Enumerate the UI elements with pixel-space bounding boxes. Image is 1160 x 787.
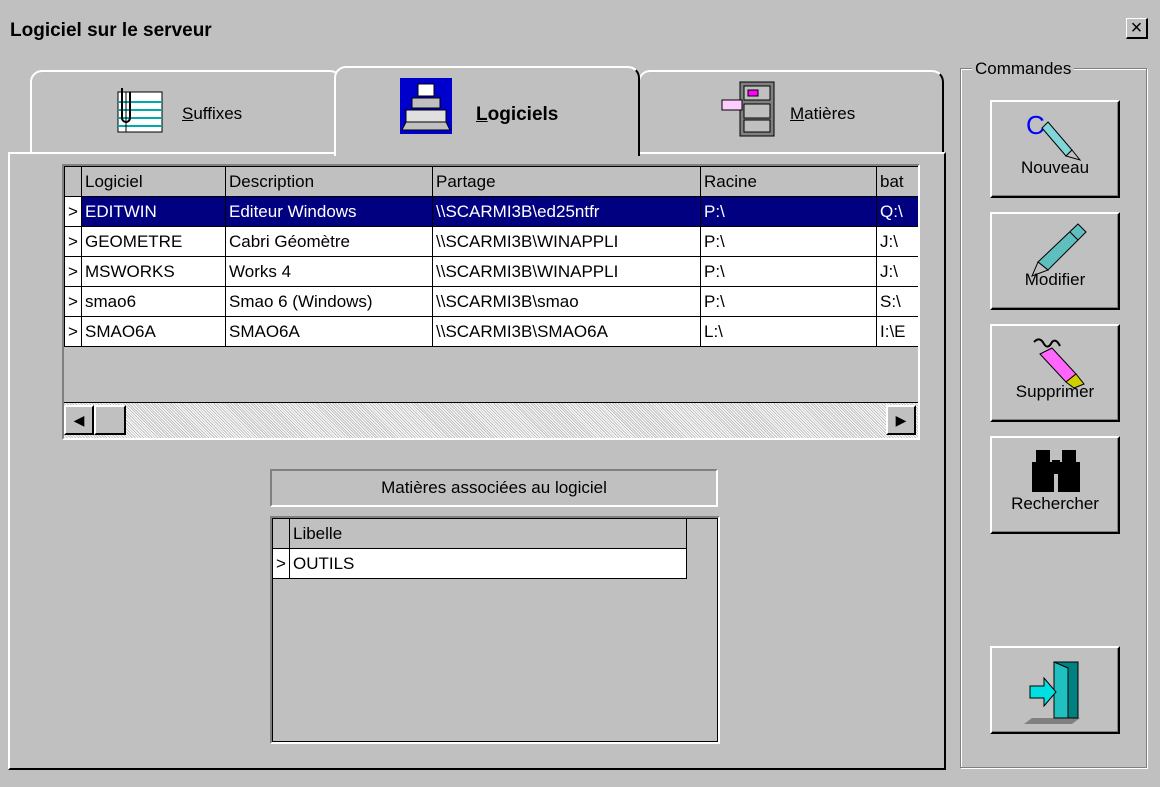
row-marker: > — [64, 196, 82, 227]
row-marker: > — [64, 226, 82, 257]
cell[interactable]: L:\ — [700, 316, 877, 347]
scroll-right-button[interactable]: ▶ — [886, 405, 916, 435]
cell[interactable]: SMAO6A — [225, 316, 433, 347]
cell[interactable]: OUTILS — [289, 548, 687, 579]
row-indicator-header — [272, 518, 290, 549]
table-row[interactable]: > GEOMETRE Cabri Géomètre \\SCARMI3B\WIN… — [64, 226, 918, 257]
associated-grid[interactable]: Libelle > OUTILS — [270, 516, 720, 744]
filing-cabinet-icon — [721, 81, 775, 137]
cell[interactable]: Cabri Géomètre — [225, 226, 433, 257]
cell[interactable]: \\SCARMI3B\smao — [432, 286, 701, 317]
search-button-label: Rechercher — [1011, 494, 1099, 513]
modify-button-label: Modifier — [1024, 270, 1086, 289]
cell[interactable]: MSWORKS — [81, 256, 226, 287]
exit-button[interactable] — [990, 646, 1120, 734]
computer-icon — [400, 78, 452, 134]
table-row[interactable]: > EDITWIN Editeur Windows \\SCARMI3B\ed2… — [64, 196, 918, 227]
exit-door-icon — [1024, 661, 1080, 724]
table-row[interactable]: > smao6 Smao 6 (Windows) \\SCARMI3B\smao… — [64, 286, 918, 317]
cell[interactable]: Smao 6 (Windows) — [225, 286, 433, 317]
notebook-icon — [117, 88, 163, 133]
column-header-libelle[interactable]: Libelle — [289, 518, 687, 549]
cell[interactable]: J:\ — [876, 256, 918, 287]
cell[interactable]: Editeur Windows — [225, 196, 433, 227]
tab-label: Matières — [790, 104, 856, 123]
binoculars-icon — [1032, 450, 1080, 492]
cell[interactable]: P:\ — [700, 196, 877, 227]
cell[interactable]: \\SCARMI3B\WINAPPLI — [432, 226, 701, 257]
grid-header-row: Libelle — [272, 518, 687, 549]
tab-label: Suffixes — [182, 104, 243, 123]
cell[interactable]: Works 4 — [225, 256, 433, 287]
row-indicator-header — [64, 166, 82, 197]
row-marker: > — [64, 316, 82, 347]
cell[interactable]: Q:\ — [876, 196, 918, 227]
scroll-thumb[interactable] — [94, 405, 126, 435]
new-button-label: Nouveau — [1020, 158, 1090, 177]
tab-label: Logiciels — [476, 104, 559, 125]
cell[interactable]: I:\E — [876, 316, 918, 347]
window-title: Logiciel sur le serveur — [10, 20, 212, 41]
svg-text:C: C — [1026, 110, 1045, 140]
new-button[interactable]: C Nouveau — [990, 100, 1120, 198]
cell[interactable]: J:\ — [876, 226, 918, 257]
horizontal-scrollbar[interactable]: ◀ ▶ — [64, 402, 918, 438]
cell[interactable]: P:\ — [700, 256, 877, 287]
table-row[interactable]: > SMAO6A SMAO6A \\SCARMI3B\SMAO6A L:\ I:… — [64, 316, 918, 347]
table-row[interactable]: > OUTILS — [272, 548, 687, 579]
cell[interactable]: smao6 — [81, 286, 226, 317]
delete-button-label: Supprimer — [1015, 382, 1095, 401]
row-marker: > — [272, 548, 290, 579]
new-pen-icon: C — [1026, 110, 1082, 161]
associated-caption: Matières associées au logiciel — [270, 469, 718, 507]
column-header-bat[interactable]: bat — [876, 166, 918, 197]
cell[interactable]: \\SCARMI3B\ed25ntfr — [432, 196, 701, 227]
column-header-logiciel[interactable]: Logiciel — [81, 166, 226, 197]
cell[interactable]: GEOMETRE — [81, 226, 226, 257]
cell[interactable]: SMAO6A — [81, 316, 226, 347]
commands-group-label: Commandes — [972, 59, 1075, 79]
cell[interactable]: \\SCARMI3B\WINAPPLI — [432, 256, 701, 287]
cell[interactable]: P:\ — [700, 226, 877, 257]
row-marker: > — [64, 256, 82, 287]
close-button[interactable]: × — [1126, 18, 1148, 39]
grid-header-row: Logiciel Description Partage Racine bat — [64, 166, 918, 197]
column-header-description[interactable]: Description — [225, 166, 433, 197]
software-grid[interactable]: Logiciel Description Partage Racine bat … — [62, 164, 920, 440]
tab-suffixes[interactable]: Suffixes — [30, 70, 342, 154]
scroll-left-button[interactable]: ◀ — [64, 405, 94, 435]
delete-button[interactable]: Supprimer — [990, 324, 1120, 422]
tab-matieres[interactable]: Matières — [638, 70, 944, 154]
search-button[interactable]: Rechercher — [990, 436, 1120, 534]
column-header-partage[interactable]: Partage — [432, 166, 701, 197]
row-marker: > — [64, 286, 82, 317]
tab-logiciels[interactable]: Logiciels — [334, 66, 640, 156]
cell[interactable]: S:\ — [876, 286, 918, 317]
cell[interactable]: \\SCARMI3B\SMAO6A — [432, 316, 701, 347]
modify-button[interactable]: Modifier — [990, 212, 1120, 310]
cell[interactable]: P:\ — [700, 286, 877, 317]
column-header-racine[interactable]: Racine — [700, 166, 877, 197]
cell[interactable]: EDITWIN — [81, 196, 226, 227]
table-row[interactable]: > MSWORKS Works 4 \\SCARMI3B\WINAPPLI P:… — [64, 256, 918, 287]
